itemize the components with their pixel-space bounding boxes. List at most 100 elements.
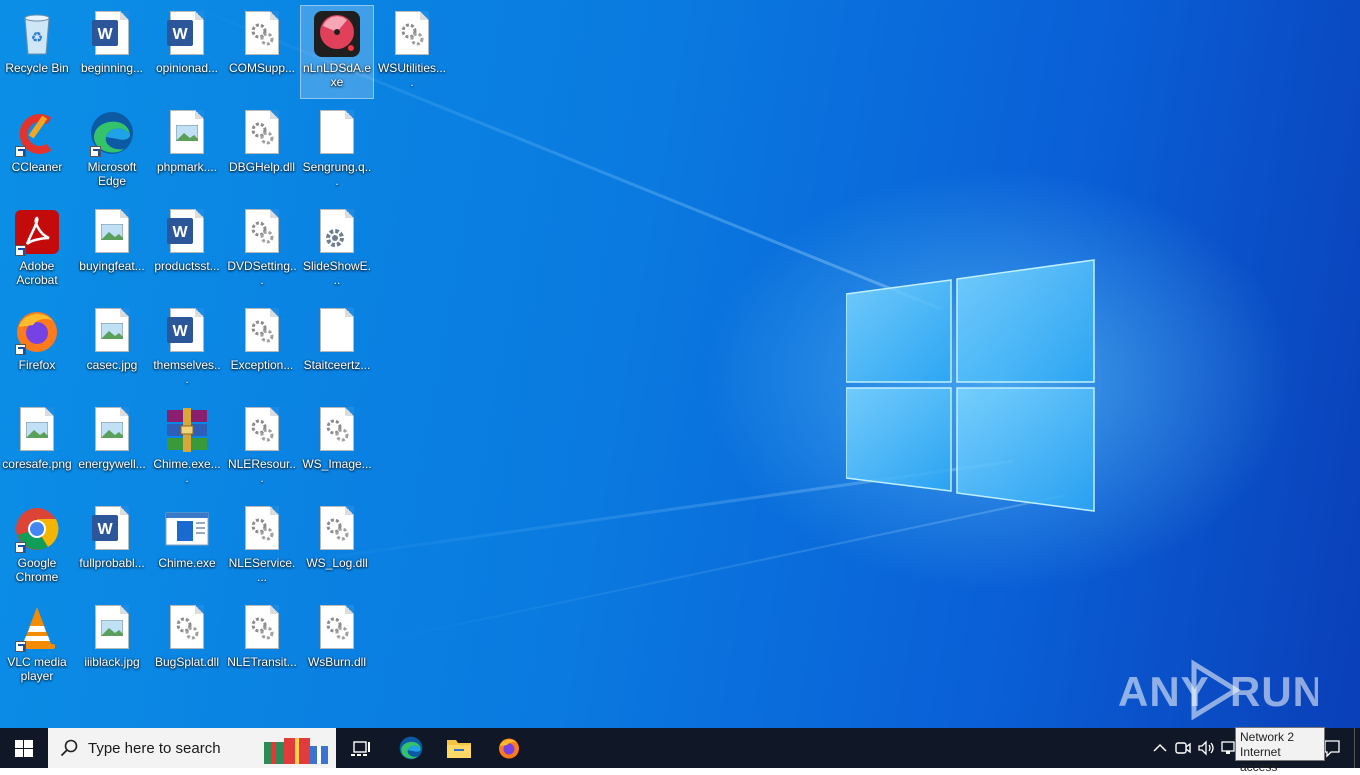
desktop-icon-vlc[interactable]: VLC media player [1,600,73,692]
desktop-icon-comsupp[interactable]: COMSupp... [226,6,298,98]
network-tooltip: Network 2 Internet access [1235,727,1325,774]
volume-button[interactable] [1196,738,1216,758]
desktop-icon-wsutilities[interactable]: WSUtilities.... [376,6,448,98]
desktop-icon-google-chrome[interactable]: Google Chrome [1,501,73,593]
desktop-icon-exception[interactable]: Exception... [226,303,298,395]
desktop-icon-nleservice[interactable]: NLEService.... [226,501,298,593]
vlc-icon [13,604,61,652]
desktop-icon-wsburn-dll[interactable]: WsBurn.dll [301,600,373,692]
desktop-icon-dbghelp-dll[interactable]: DBGHelp.dll [226,105,298,197]
desktop-icon-image-file[interactable]: buyingfeat... [76,204,148,296]
icon-label: WSUtilities.... [377,61,446,89]
desktop-icon-ccleaner[interactable]: CCleaner [1,105,73,197]
icon-label: SlideShowE... [302,259,372,287]
folder-icon [447,740,471,758]
taskbar-search-box[interactable]: Type here to search [48,728,336,768]
taskbar-file-explorer-button[interactable] [438,728,480,768]
icon-label: BugSplat.dll [154,655,220,669]
desktop-icon-word-doc[interactable]: W fullprobabl... [76,501,148,593]
icon-label: Staitceertz... [303,358,371,372]
desktop-icon-word-doc[interactable]: W themselves... [151,303,223,395]
desktop-icon-nletransit[interactable]: NLETransit... [226,600,298,692]
desktop-icon-ws-image[interactable]: WS_Image... [301,402,373,494]
desktop-icon-adobe-acrobat[interactable]: Adobe Acrobat [1,204,73,296]
desktop-icon-image-file[interactable]: energywell... [76,402,148,494]
image-file-icon [88,604,136,652]
windows-start-icon [15,740,33,757]
show-hidden-icons-button[interactable] [1150,738,1170,758]
light-beam [379,494,1065,642]
icon-label: WS_Image... [302,457,372,471]
svg-text:♻: ♻ [31,29,44,45]
word-document-icon: W [163,307,211,355]
application-window-icon [163,505,211,553]
show-desktop-button[interactable] [1354,728,1360,768]
desktop-icon-image-file[interactable]: phpmark.... [151,105,223,197]
task-view-button[interactable] [340,728,382,768]
desktop-icon-ws-log-dll[interactable]: WS_Log.dll [301,501,373,593]
tooltip-line-network: Network 2 [1240,730,1295,744]
taskbar-edge-button[interactable] [390,728,432,768]
desktop-icon-chime-exe[interactable]: Chime.exe [151,501,223,593]
icon-label: Microsoft Edge [87,160,137,188]
icon-label: VLC media player [7,655,67,683]
desktop-icon-dvdsetting[interactable]: DVDSetting... [226,204,298,296]
recycle-bin-icon: ♻ [13,10,61,58]
desktop-icon-word-doc[interactable]: W beginning... [76,6,148,98]
windows-logo-wallpaper [846,259,1095,512]
anyrun-watermark: ANY RUN [1118,656,1323,721]
start-button[interactable] [0,728,48,768]
disc-app-icon [313,10,361,58]
edge-icon [88,109,136,157]
svg-text:W: W [172,323,188,340]
word-document-icon: W [163,10,211,58]
desktop-icon-sengrung[interactable]: Sengrung.q... [301,105,373,197]
desktop-icon-coresafe-png[interactable]: coresafe.png [1,402,73,494]
camera-icon [1175,742,1191,754]
firefox-icon [13,307,61,355]
action-center-button[interactable] [1322,738,1342,758]
desktop-icon-staitceertz[interactable]: Staitceertz... [301,303,373,395]
desktop-icon-casec-jpg[interactable]: casec.jpg [76,303,148,395]
desktop-icon-slideshowe[interactable]: SlideShowE... [301,204,373,296]
desktop-icon-iiiblack-jpg[interactable]: iiiblack.jpg [76,600,148,692]
desktop-icon-microsoft-edge[interactable]: Microsoft Edge [76,105,148,197]
dll-file-gear-icon [313,406,361,454]
icon-label: energywell... [78,457,146,471]
desktop-icon-bugsplat-dll[interactable]: BugSplat.dll [151,600,223,692]
icon-label: Chime.exe.... [153,457,221,485]
desktop-icon-firefox[interactable]: Firefox [1,303,73,395]
desktop-icon-recycle-bin[interactable]: ♻ Recycle Bin [1,6,73,98]
adobe-acrobat-icon [13,208,61,256]
chevron-up-icon [1153,743,1167,752]
dll-file-gear-icon [238,604,286,652]
edge-icon [399,736,423,760]
desktop-icon-word-doc[interactable]: W productsst... [151,204,223,296]
shortcut-arrow-icon [90,146,101,157]
icon-label: DVDSetting... [227,259,297,287]
meet-now-button[interactable] [1173,738,1193,758]
icon-label: Exception... [230,358,294,372]
taskbar-firefox-button[interactable] [488,728,530,768]
search-icon [60,739,78,757]
desktop-icon-nlnldsda-exe[interactable]: nLnLDSdA.exe [300,5,374,99]
taskbar: Type here to search [0,728,1360,768]
desktop[interactable]: ♻ Recycle Bin CCleaner Adobe Acrobat Fir… [0,0,1360,728]
icon-label: productsst... [154,259,220,273]
dll-file-gear-icon [238,307,286,355]
blank-file-icon [313,109,361,157]
icon-label: CCleaner [11,160,63,174]
desktop-icon-winrar-archive[interactable]: Chime.exe.... [151,402,223,494]
task-view-icon [351,741,370,756]
winrar-archive-icon [163,406,211,454]
desktop-icon-word-doc[interactable]: W opinionad... [151,6,223,98]
blank-file-icon [313,307,361,355]
desktop-icon-nleresour[interactable]: NLEResour... [226,402,298,494]
shortcut-arrow-icon [15,146,26,157]
word-document-icon: W [88,10,136,58]
shortcut-arrow-icon [15,542,26,553]
svg-text:W: W [172,26,188,43]
icon-label: Sengrung.q... [302,160,372,188]
icon-label: NLEResour... [227,457,297,485]
icon-label: Firefox [18,358,56,372]
